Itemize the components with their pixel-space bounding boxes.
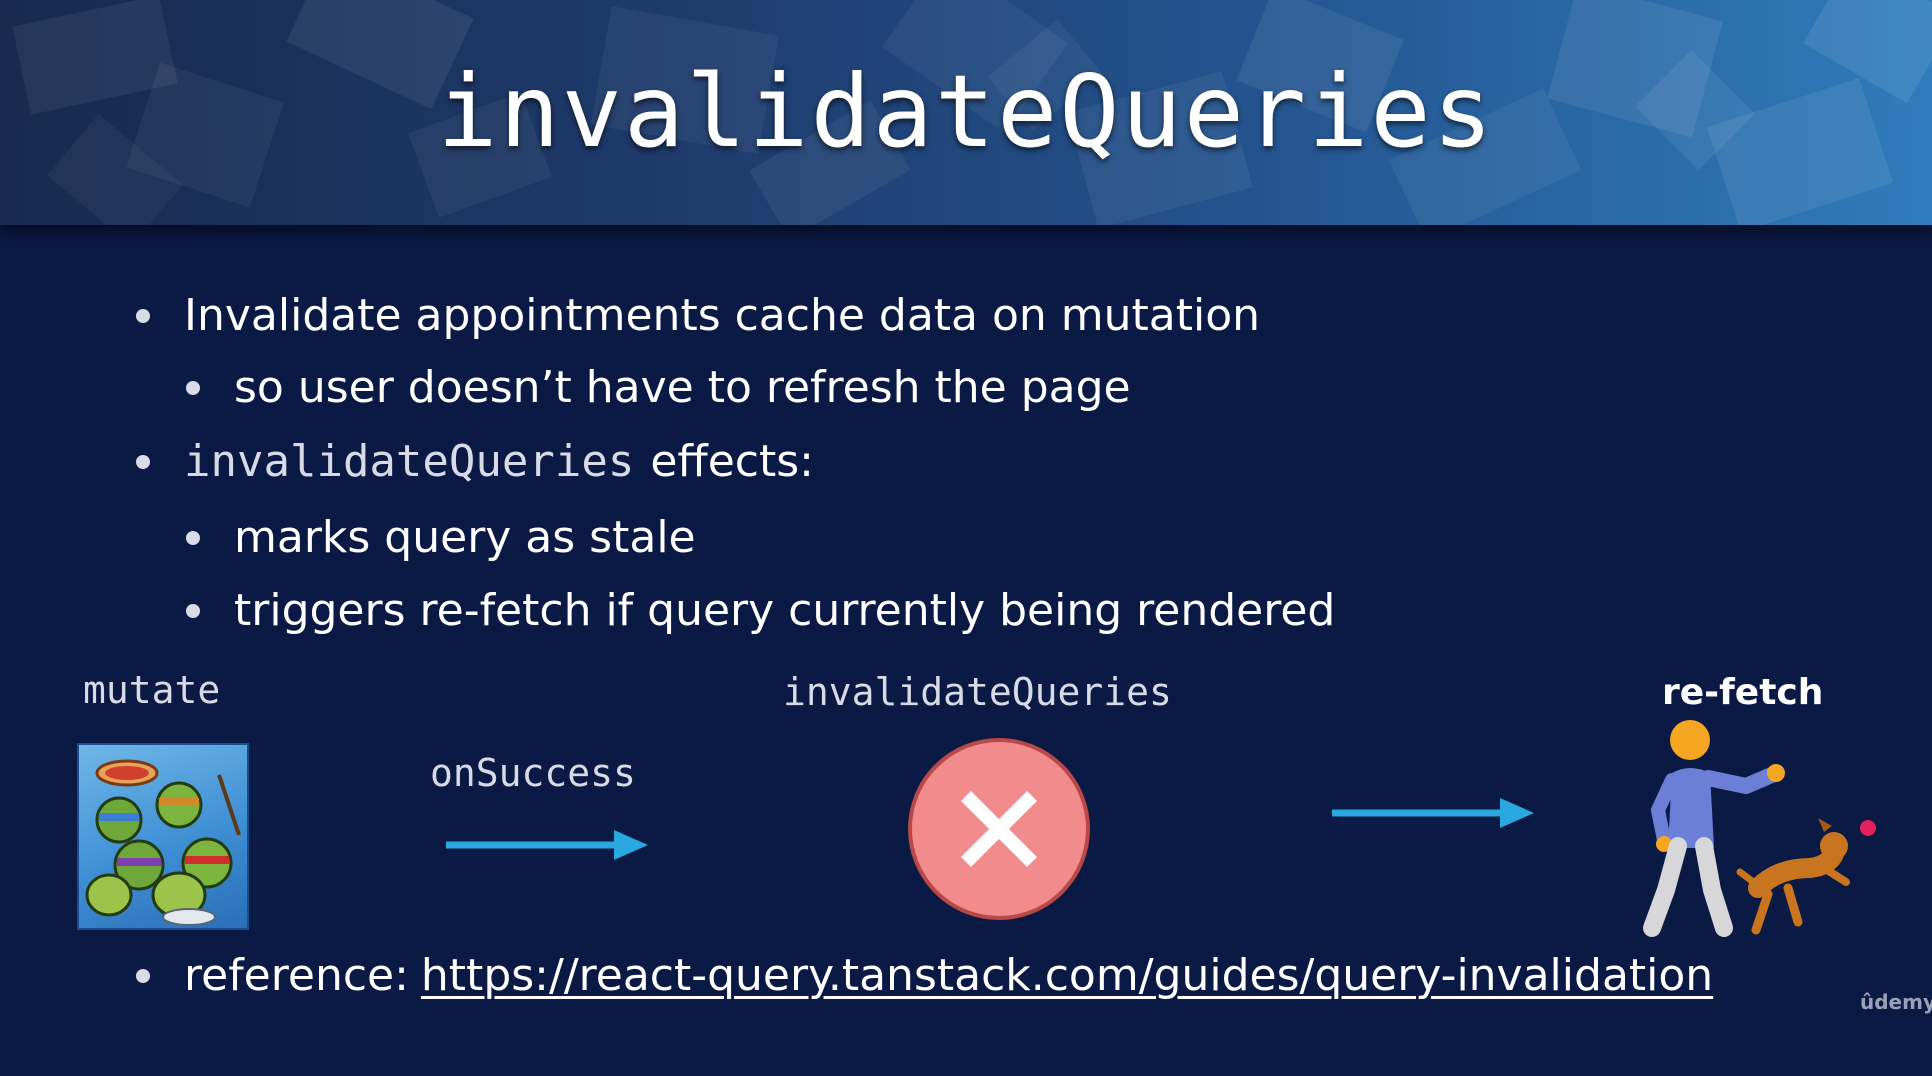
- slide: invalidateQueries Invalidate appointment…: [0, 0, 1932, 1076]
- bullet-reference: reference: https://react-query.tanstack.…: [136, 948, 1713, 1004]
- slide-title: invalidateQueries: [437, 53, 1495, 170]
- bullet-text: Invalidate appointments cache data on mu…: [184, 290, 1261, 341]
- arrow-right-icon: [446, 830, 648, 860]
- sub-bullet-no-refresh: so user doesn’t have to refresh the page: [186, 360, 1131, 416]
- bullet-dot: [186, 604, 200, 618]
- bullet-dot: [186, 531, 200, 545]
- bullet-dot: [136, 969, 150, 983]
- reference-label: reference:: [184, 950, 409, 1001]
- person-playing-fetch-with-dog-icon: [1643, 720, 1876, 937]
- invalidate-queries-label: invalidateQueries: [783, 670, 1172, 714]
- re-fetch-label: re-fetch: [1662, 672, 1824, 713]
- bullet-invalidate-cache: Invalidate appointments cache data on mu…: [136, 288, 1260, 344]
- bullet-text: triggers re-fetch if query currently bei…: [234, 585, 1336, 636]
- reference-link[interactable]: https://react-query.tanstack.com/guides/…: [421, 948, 1713, 1004]
- on-success-label: onSuccess: [430, 751, 636, 795]
- sub-bullet-stale: marks query as stale: [186, 510, 696, 566]
- sub-bullet-refetch: triggers re-fetch if query currently bei…: [186, 583, 1335, 639]
- bullet-dot: [136, 309, 150, 323]
- bullet-text: marks query as stale: [234, 512, 696, 563]
- bullet-effects: invalidateQueries effects:: [136, 434, 814, 490]
- bullet-text: effects:: [650, 436, 814, 487]
- arrow-right-icon: [1332, 798, 1534, 828]
- bullet-dot: [186, 381, 200, 395]
- bullet-dot: [136, 455, 150, 469]
- code-invalidate-queries: invalidateQueries: [184, 436, 635, 487]
- ninja-turtles-image: [77, 743, 249, 930]
- bullet-text: so user doesn’t have to refresh the page: [234, 362, 1131, 413]
- x-circle-icon: [908, 738, 1090, 920]
- title-banner: invalidateQueries: [0, 0, 1932, 225]
- mutate-label: mutate: [83, 668, 221, 712]
- udemy-watermark: ûdemy: [1860, 990, 1932, 1014]
